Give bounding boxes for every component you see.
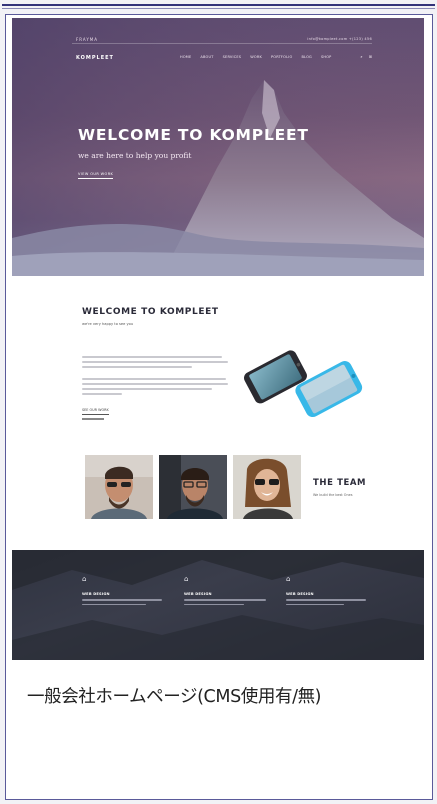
welcome-paragraph-1 (82, 356, 230, 371)
feature-item: ⌂ WEB DESIGN (184, 575, 269, 605)
nav-item-home[interactable]: HOME (180, 55, 191, 59)
features-texture (12, 550, 424, 660)
feature-title: WEB DESIGN (82, 592, 110, 596)
search-icon[interactable]: ⌕ (360, 54, 362, 59)
main-nav: HOME ABOUT SERVICES WORK PORTFOLIO BLOG … (180, 55, 331, 59)
top-rule-thin (2, 8, 435, 9)
phones-image (244, 350, 363, 418)
team-title: THE TEAM (313, 478, 367, 488)
team-photo-2 (159, 455, 227, 519)
team-photo-3 (233, 455, 301, 519)
feature-item: ⌂ WEB DESIGN (82, 575, 167, 605)
nav-item-about[interactable]: ABOUT (200, 55, 213, 59)
header-divider (72, 43, 372, 44)
briefcase-icon: ⌂ (82, 575, 87, 583)
cart-icon[interactable]: ⊞ (369, 54, 372, 59)
welcome-cta-button[interactable]: SEE OUR WORK (82, 408, 109, 415)
hero-title: WELCOME TO KOMPLEET (78, 126, 309, 144)
welcome-title: WELCOME TO KOMPLEET (82, 307, 219, 317)
hero-subtitle: we are here to help you profit (78, 151, 192, 160)
team-photo-1 (85, 455, 153, 519)
nav-item-shop[interactable]: SHOP (321, 55, 332, 59)
nav-item-portfolio[interactable]: PORTFOLIO (271, 55, 293, 59)
nav-item-services[interactable]: SERVICES (223, 55, 242, 59)
team-subtitle: We build the best Ones (313, 493, 353, 497)
hero-cta-button[interactable]: VIEW OUR WORK (78, 172, 114, 179)
welcome-paragraph-2 (82, 378, 230, 398)
caption: 一般会社ホームページ(CMS使用有/無) (27, 687, 322, 707)
briefcase-icon: ⌂ (184, 575, 189, 583)
feature-title: WEB DESIGN (184, 592, 212, 596)
hero-section: FRAYMA info@kompleet.com +(123) 456 KOMP… (12, 18, 424, 276)
nav-icons: ⌕ ⊞ (360, 54, 372, 59)
feature-title: WEB DESIGN (286, 592, 314, 596)
nav-item-work[interactable]: WORK (250, 55, 262, 59)
features-section: ⌂ WEB DESIGN ⌂ WEB DESIGN ⌂ WEB DESIGN (12, 550, 424, 660)
nav-item-blog[interactable]: BLOG (301, 55, 312, 59)
feature-item: ⌂ WEB DESIGN (286, 575, 371, 605)
top-rule (2, 4, 435, 6)
header-contact: info@kompleet.com +(123) 456 (307, 37, 372, 41)
welcome-cta-underline (82, 418, 104, 420)
top-bar-label: FRAYMA (76, 37, 98, 42)
brand-logo[interactable]: KOMPLEET (76, 55, 114, 61)
briefcase-icon: ⌂ (286, 575, 291, 583)
welcome-subtitle: we're very happy to see you (82, 322, 134, 326)
